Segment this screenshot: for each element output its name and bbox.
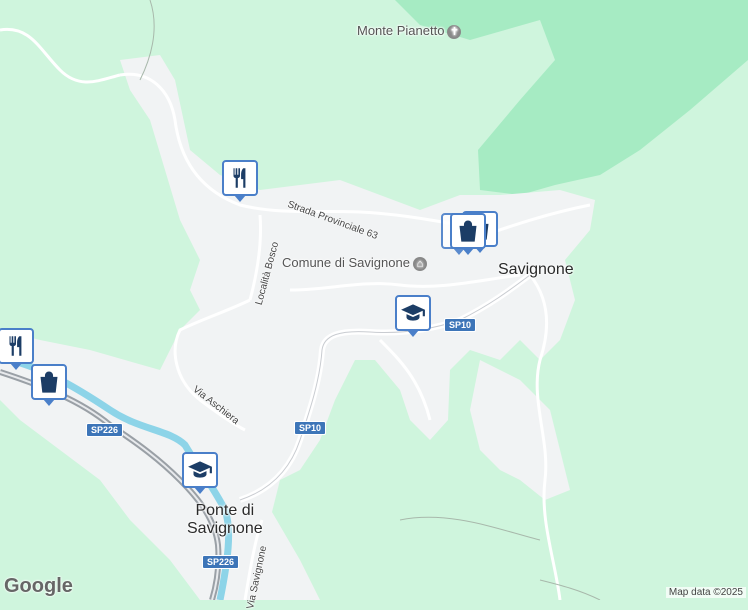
poi-label-comune[interactable]: Comune di Savignone ⌂ — [282, 255, 427, 271]
town-label-ponte-di-savignone[interactable]: Ponte di Savignone — [187, 502, 263, 538]
shopping-bag-icon — [40, 371, 58, 393]
poi-label-monte-pianetto[interactable]: Monte Pianetto ✝ — [357, 23, 462, 39]
shopping-marker[interactable] — [31, 364, 67, 400]
fork-knife-icon — [233, 168, 246, 188]
restaurant-marker[interactable] — [0, 328, 34, 364]
google-logo[interactable]: Google — [4, 575, 73, 598]
graduation-cap-icon — [401, 304, 425, 321]
town-label-line: Savignone — [187, 520, 263, 537]
school-marker[interactable] — [395, 295, 431, 331]
road-shield-sp10: SP10 — [294, 421, 327, 435]
town-label-line: Ponte di — [195, 502, 255, 519]
map-attribution[interactable]: Map data ©2025 — [665, 587, 746, 598]
road-shield-sp226: SP226 — [86, 423, 124, 437]
shopping-marker[interactable] — [450, 213, 486, 249]
fork-knife-icon — [9, 336, 22, 356]
road-shield-sp10: SP10 — [444, 318, 477, 332]
restaurant-marker[interactable] — [222, 160, 258, 196]
shopping-bag-icon — [459, 220, 477, 242]
town-hall-icon: ⌂ — [412, 256, 427, 271]
cross-icon: ✝ — [447, 24, 462, 39]
town-label-savignone[interactable]: Savignone — [498, 261, 574, 279]
graduation-cap-icon — [188, 461, 212, 478]
map-canvas[interactable] — [0, 0, 748, 600]
school-marker[interactable] — [182, 452, 218, 488]
road-shield-sp226: SP226 — [202, 555, 240, 569]
